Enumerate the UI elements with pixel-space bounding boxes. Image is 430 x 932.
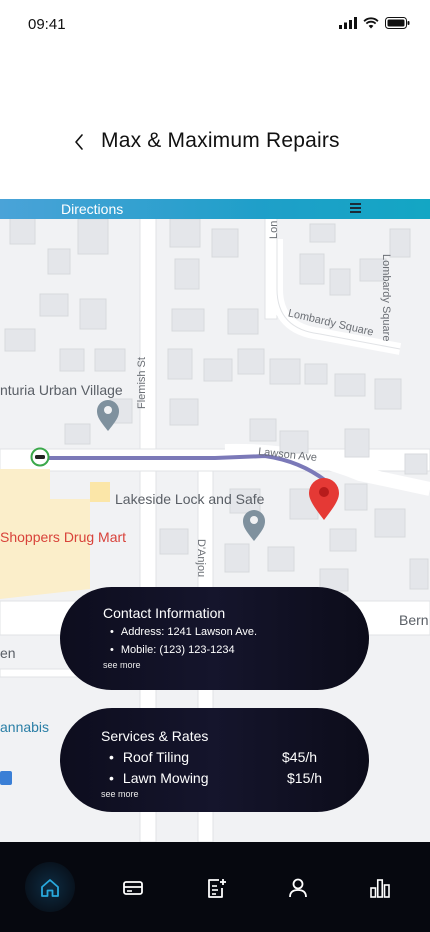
contact-mobile: • Mobile: (123) 123-1234 [110, 644, 235, 656]
battery-icon [385, 17, 410, 29]
nav-profile[interactable] [285, 875, 311, 901]
header: Max & Maximum Repairs [0, 120, 430, 164]
home-icon [41, 879, 59, 897]
map-label-lakeside: Lakeside Lock and Safe [115, 491, 265, 507]
profile-icon [289, 878, 307, 898]
map-label-en: en [0, 645, 16, 661]
service-item: • Lawn Mowing [109, 770, 209, 786]
add-note-icon [208, 879, 226, 898]
map-label-danjou: D'Anjou [195, 539, 207, 578]
nav-add-note[interactable] [203, 875, 229, 901]
bottom-nav [0, 842, 430, 932]
contact-address: • Address: 1241 Lawson Ave. [110, 626, 258, 638]
contact-see-more-link[interactable]: see more [103, 660, 141, 670]
map-label-lon: Lon [268, 220, 280, 239]
nav-home[interactable] [37, 875, 63, 901]
directions-bar: Directions [0, 199, 430, 219]
service-price: $45/h [282, 749, 318, 765]
wifi-icon [363, 17, 379, 29]
page-title: Max & Maximum Repairs [101, 129, 340, 152]
nav-stats[interactable] [367, 875, 393, 901]
map-label-flemish-st: Flemish St [136, 357, 148, 409]
nav-payments[interactable] [120, 875, 146, 901]
map-label-bern: Bern [399, 612, 429, 628]
status-icons [339, 17, 410, 29]
service-price: $15/h [287, 770, 323, 786]
map-label-urban-village: nturia Urban Village [0, 382, 123, 398]
chevron-left-icon [75, 134, 83, 150]
map-label-lombardy-square-vertical: Lombardy Square [380, 254, 392, 342]
services-card[interactable]: Services & Rates • Roof Tiling $45/h • Law… [60, 708, 369, 812]
map-label-cannabis: annabis [0, 719, 50, 735]
services-title: Services & Rates [101, 728, 209, 744]
card-icon [123, 881, 143, 895]
stats-icon [370, 879, 390, 898]
status-time: 09:41 [28, 16, 66, 33]
directions-label: Directions [61, 201, 124, 217]
map-label-shoppers: Shoppers Drug Mart [0, 529, 127, 545]
directions-menu-icon[interactable] [350, 203, 364, 215]
signal-icon [339, 17, 357, 29]
service-item: • Roof Tiling [109, 749, 190, 765]
status-bar: 09:41 [0, 0, 430, 50]
contact-card[interactable]: Contact Information • Address: 1241 Lawso… [60, 587, 369, 690]
back-button[interactable] [66, 128, 92, 156]
services-see-more-link[interactable]: see more [101, 789, 139, 799]
contact-title: Contact Information [103, 605, 226, 621]
